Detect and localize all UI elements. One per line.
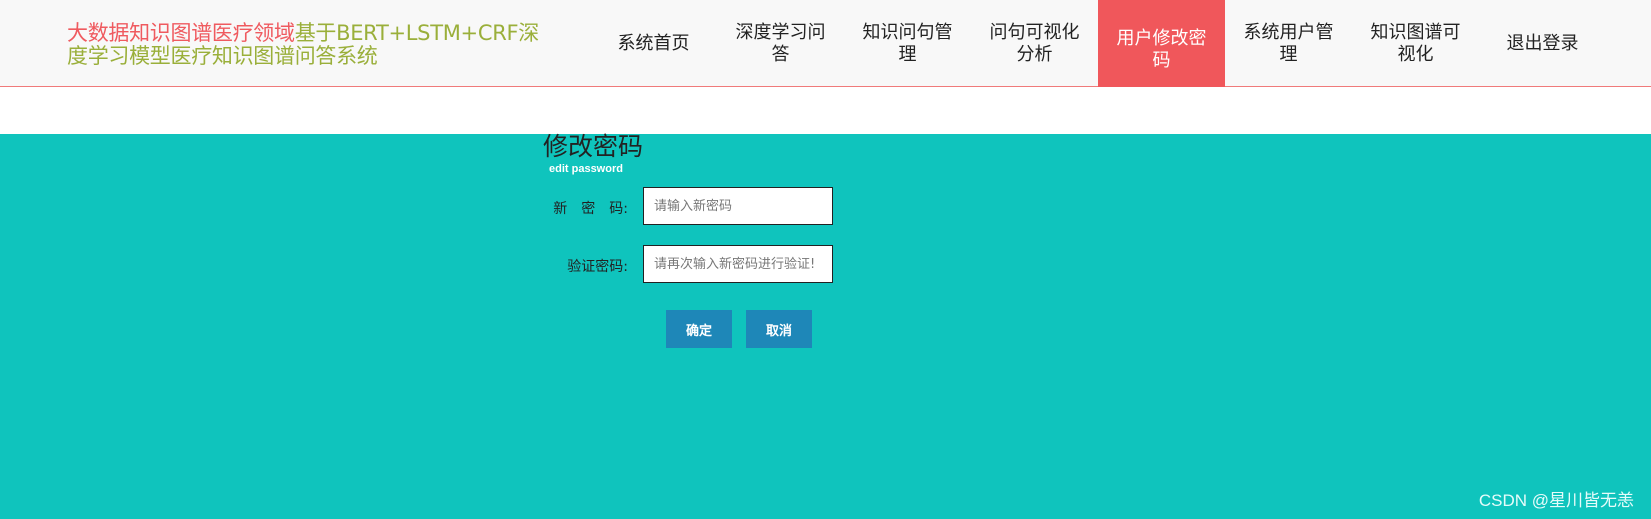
site-title-part1: 大数据知识图谱医疗领域 [67, 21, 295, 45]
nav-item-label: 用户修改密 [1116, 28, 1207, 49]
nav-item-logout[interactable]: 退出登录 [1479, 0, 1606, 87]
header-spacer [0, 87, 1651, 134]
nav-item-home[interactable]: 系统首页 [590, 0, 717, 87]
main-nav: 系统首页 深度学习问答 知识问句管理 问句可视化 分析 用户修改密码 系统用户管理… [590, 0, 1606, 109]
watermark: CSDN @星川皆无恙 [1478, 491, 1634, 510]
verify-password-label: 验证密码: [567, 259, 628, 275]
nav-item-label: 深度学习问 [735, 21, 826, 43]
nav-item-label: 问句可视化 [989, 21, 1080, 43]
nav-item-label: 知识问句管 [862, 21, 953, 43]
confirm-button[interactable]: 确定 [666, 310, 732, 348]
nav-item-label-line2: 理 [898, 43, 917, 65]
form-subtitle: edit password [549, 163, 623, 175]
header-bar: 大数据知识图谱医疗领域基于BERT+LSTM+CRF深度学习模型医疗知识图谱问答… [0, 0, 1651, 109]
nav-item-label-line2: 理 [1279, 43, 1298, 65]
nav-item-deep-learning-qa[interactable]: 深度学习问答 [717, 0, 844, 87]
nav-item-label-line2: 视化 [1397, 43, 1434, 65]
nav-item-knowledge-graph[interactable]: 知识图谱可 视化 [1352, 0, 1479, 87]
nav-item-label: 系统首页 [617, 32, 690, 54]
site-title: 大数据知识图谱医疗领域基于BERT+LSTM+CRF深度学习模型医疗知识图谱问答… [67, 22, 557, 68]
new-password-label: 新 密 码: [553, 201, 628, 217]
nav-item-label: 系统用户管 [1243, 21, 1334, 43]
nav-item-user-management[interactable]: 系统用户管理 [1225, 0, 1352, 87]
nav-item-label: 知识图谱可 [1370, 21, 1461, 43]
nav-item-label: 退出登录 [1506, 32, 1579, 54]
new-password-input[interactable] [643, 187, 833, 225]
nav-item-label-line2: 分析 [1016, 43, 1053, 65]
nav-item-question-management[interactable]: 知识问句管理 [844, 0, 971, 87]
nav-item-question-visualization[interactable]: 问句可视化 分析 [971, 0, 1098, 87]
nav-item-label-line2: 答 [771, 43, 790, 65]
cancel-button[interactable]: 取消 [746, 310, 812, 348]
nav-item-label-line2: 码 [1152, 50, 1171, 71]
verify-password-input[interactable] [643, 245, 833, 283]
form-title: 修改密码 [543, 132, 644, 161]
